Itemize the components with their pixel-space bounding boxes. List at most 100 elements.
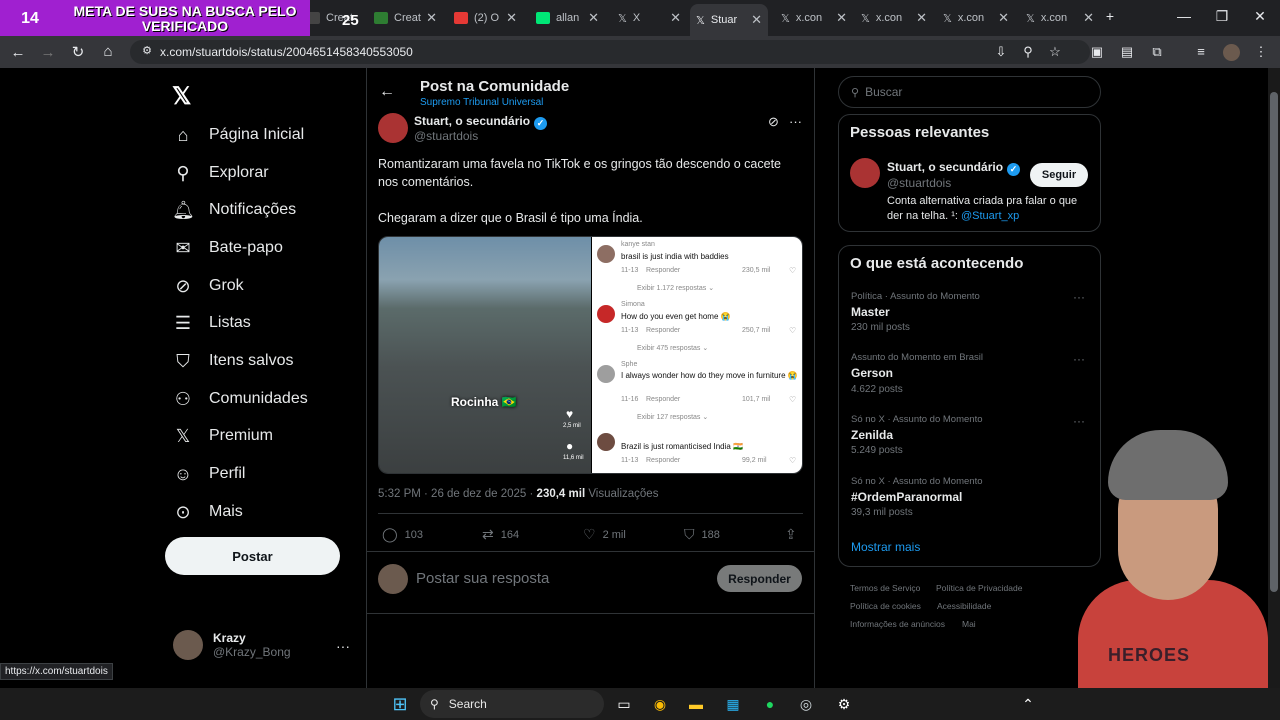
close-icon[interactable]: ✕	[670, 10, 681, 26]
follow-button[interactable]: Seguir	[1030, 163, 1088, 187]
avatar[interactable]	[850, 158, 880, 188]
close-icon[interactable]: ✕	[1083, 10, 1094, 26]
community-link[interactable]: Supremo Tribunal Universal	[420, 97, 543, 108]
browser-tab[interactable]: 𝕏x.con ✕	[1020, 6, 1100, 30]
extension-icon[interactable]: ▤	[1118, 44, 1136, 60]
reply-input[interactable]: Postar sua resposta	[416, 570, 549, 587]
back-icon[interactable]: ←	[9, 44, 27, 61]
browser-tab[interactable]: Creat	[300, 6, 370, 30]
footer-link[interactable]: Mai	[962, 619, 976, 629]
footer-link[interactable]: Acessibilidade	[937, 601, 991, 611]
file-explorer-icon[interactable]: ▬	[684, 692, 708, 716]
home-icon[interactable]: ⌂	[99, 43, 117, 60]
sidebar-item-notifications[interactable]: 🔔︎ Notificações	[172, 195, 296, 225]
trend-category: Assunto do Momento em Brasil	[851, 352, 984, 363]
sidebar-item-bookmarks[interactable]: ⛉ Itens salvos	[172, 346, 293, 376]
browser-tab[interactable]: (2) O ✕	[448, 6, 523, 30]
browser-tab[interactable]: 𝕏x.con ✕	[855, 6, 933, 30]
taskbar-search[interactable]: ⚲ Search	[420, 690, 604, 718]
browser-tab[interactable]: 𝕏x.con ✕	[937, 6, 1015, 30]
more-horizontal-icon[interactable]: ···	[336, 638, 350, 654]
profile-avatar[interactable]	[1223, 44, 1240, 61]
window-close-icon[interactable]: ✕	[1250, 8, 1270, 25]
spotify-icon[interactable]: ●	[758, 692, 782, 716]
site-info-icon[interactable]: ⚙	[138, 44, 156, 57]
sidebar-item-premium[interactable]: 𝕏 Premium	[172, 421, 273, 451]
repost-action[interactable]: ⇄ 164	[482, 526, 519, 543]
minimize-icon[interactable]: —	[1174, 8, 1194, 24]
relevant-user-handle[interactable]: @stuartdois	[887, 176, 951, 190]
store-icon[interactable]: ▦	[721, 692, 745, 716]
author-handle[interactable]: @stuartdois	[414, 129, 478, 143]
reply-action[interactable]: ◯ 103	[382, 526, 423, 543]
new-tab-plus-icon[interactable]: +	[1100, 8, 1120, 24]
grok-explain-icon[interactable]: ⊘	[768, 114, 779, 130]
scrollbar-thumb[interactable]	[1270, 92, 1278, 592]
author-name[interactable]: Stuart, o secundário ✓	[414, 114, 548, 130]
sidebar-item-communities[interactable]: ⚇ Comunidades	[172, 384, 308, 414]
zoom-icon[interactable]: ⚲	[1019, 44, 1037, 60]
browser-tab[interactable]: Creat ✕	[368, 6, 443, 30]
post-button[interactable]: Postar	[165, 537, 340, 575]
extensions-puzzle-icon[interactable]: ⧉	[1148, 44, 1166, 60]
post-timestamp[interactable]: 5:32 PM · 26 de dez de 2025 ·	[378, 488, 537, 500]
x-icon: 𝕏	[861, 12, 870, 25]
search-input[interactable]: ⚲ Buscar	[838, 76, 1101, 108]
chrome-icon[interactable]: ◉	[648, 692, 672, 716]
media-control-icon[interactable]: ≡	[1192, 44, 1210, 59]
account-switcher[interactable]: Krazy @Krazy_Bong	[173, 630, 291, 660]
extension-icon[interactable]: ▣	[1088, 44, 1106, 60]
browser-tab-active[interactable]: 𝕏 Stuar ✕	[690, 4, 768, 36]
install-icon[interactable]: ⇩	[992, 44, 1010, 60]
browser-menu-icon[interactable]: ⋮	[1252, 44, 1270, 60]
more-horizontal-icon[interactable]: ···	[1073, 352, 1085, 366]
more-horizontal-icon[interactable]: ···	[1073, 414, 1085, 428]
windows-start-icon[interactable]: ⊞	[388, 692, 412, 716]
chevron-up-icon[interactable]: ⌃	[1016, 692, 1040, 716]
favela-photo[interactable]: Rocinha 🇧🇷 ♥ 2,5 mil ● 11,6 mil	[379, 237, 591, 473]
app-icon[interactable]: ⚙	[832, 692, 856, 716]
task-view-icon[interactable]: ▭	[612, 692, 636, 716]
browser-tab[interactable]: 𝕏x.con ✕	[775, 6, 853, 30]
close-icon[interactable]: ✕	[751, 12, 762, 28]
footer-link[interactable]: Informações de anúncios	[850, 619, 945, 629]
sidebar-item-chat[interactable]: ✉ Bate-papo	[172, 233, 282, 263]
browser-tab[interactable]: 𝕏 X ✕	[612, 6, 687, 30]
footer-link[interactable]: Política de Privacidade	[936, 583, 1022, 593]
steam-icon[interactable]: ◎	[794, 692, 818, 716]
like-action[interactable]: ♡ 2 mil	[583, 526, 626, 543]
tiktok-comments-screenshot[interactable]: kanye stan brasil is just india with bad…	[592, 237, 802, 473]
bio-link[interactable]: @Stuart_xp	[961, 210, 1019, 222]
close-icon[interactable]: ✕	[588, 10, 599, 26]
footer-link[interactable]: Política de cookies	[850, 601, 921, 611]
relevant-user-name[interactable]: Stuart, o secundário ✓	[887, 160, 1021, 176]
sidebar-item-home[interactable]: ⌂ Página Inicial	[172, 120, 305, 150]
reply-button[interactable]: Responder	[717, 565, 802, 592]
browser-tab[interactable]: allan ✕	[530, 6, 605, 30]
close-icon[interactable]: ✕	[506, 10, 517, 26]
footer-link[interactable]: Termos de Serviço	[850, 583, 920, 593]
reload-icon[interactable]: ↻	[69, 43, 87, 61]
close-icon[interactable]: ✕	[426, 10, 437, 26]
sidebar-item-explore[interactable]: ⚲ Explorar	[172, 158, 268, 188]
url-text[interactable]: x.com/stuartdois/status/2004651458340553…	[160, 45, 413, 59]
x-logo-icon[interactable]: 𝕏	[172, 82, 191, 111]
sidebar-item-profile[interactable]: ☺ Perfil	[172, 459, 246, 489]
close-icon[interactable]: ✕	[836, 10, 847, 26]
back-arrow-icon[interactable]: ←	[379, 83, 395, 101]
close-icon[interactable]: ✕	[998, 10, 1009, 26]
author-avatar[interactable]	[378, 113, 408, 143]
sidebar-item-grok[interactable]: ⊘ Grok	[172, 271, 243, 301]
sidebar-item-more[interactable]: ⊙ Mais	[172, 497, 242, 527]
more-horizontal-icon[interactable]: ···	[1073, 290, 1085, 304]
more-horizontal-icon[interactable]: ···	[789, 114, 802, 129]
share-action[interactable]: ⇪	[785, 526, 804, 543]
show-more-link[interactable]: Mostrar mais	[851, 540, 920, 554]
post-media[interactable]: Rocinha 🇧🇷 ♥ 2,5 mil ● 11,6 mil kanye st…	[378, 236, 803, 474]
forward-icon[interactable]: →	[39, 44, 57, 61]
maximize-icon[interactable]: ❐	[1212, 8, 1232, 25]
bookmark-action[interactable]: ⛉ 188	[684, 526, 720, 543]
sidebar-item-lists[interactable]: ☰ Listas	[172, 308, 251, 338]
close-icon[interactable]: ✕	[916, 10, 927, 26]
bookmark-star-icon[interactable]: ☆	[1046, 44, 1064, 60]
